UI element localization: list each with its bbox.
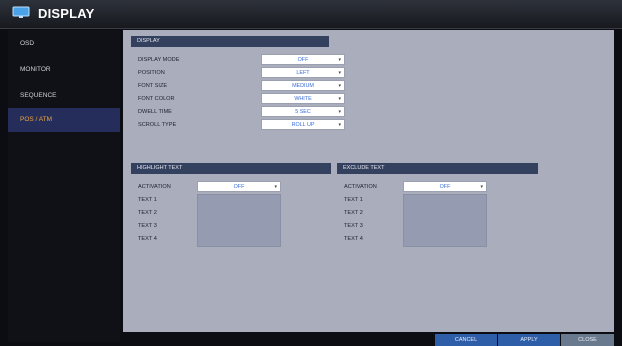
- scroll-type-select[interactable]: ROLL UP ▾: [261, 119, 345, 130]
- exclude-text-2-label: TEXT 2: [344, 210, 363, 216]
- display-mode-label: DISPLAY MODE: [138, 57, 180, 63]
- position-label: POSITION: [138, 70, 165, 76]
- title-bar: DISPLAY: [0, 0, 622, 29]
- font-size-select[interactable]: MEDIUM ▾: [261, 80, 345, 91]
- display-mode-select[interactable]: OFF ▾: [261, 54, 345, 65]
- dwell-time-label: DWELL TIME: [138, 109, 172, 115]
- cancel-button[interactable]: CANCEL: [435, 334, 497, 346]
- font-size-value: MEDIUM: [292, 83, 314, 89]
- sidebar-item-osd[interactable]: OSD: [8, 32, 120, 56]
- dropdown-arrow-icon: ▾: [338, 57, 341, 63]
- sidebar-item-sequence[interactable]: SEQUENCE: [8, 84, 120, 108]
- dropdown-arrow-icon: ▾: [338, 70, 341, 76]
- dropdown-arrow-icon: ▾: [338, 122, 341, 128]
- scroll-type-value: ROLL UP: [291, 122, 315, 128]
- dropdown-arrow-icon: ▾: [338, 109, 341, 115]
- exclude-text-input-area[interactable]: [403, 194, 487, 247]
- font-color-select[interactable]: WHITE ▾: [261, 93, 345, 104]
- exclude-text-4-label: TEXT 4: [344, 236, 363, 242]
- exclude-activation-value: OFF: [439, 184, 451, 190]
- dropdown-arrow-icon: ▾: [338, 96, 341, 102]
- highlight-text-section-header: HIGHLIGHT TEXT: [131, 163, 331, 174]
- position-select[interactable]: LEFT ▾: [261, 67, 345, 78]
- sidebar-item-monitor[interactable]: MONITOR: [8, 58, 120, 82]
- close-button[interactable]: CLOSE: [561, 334, 614, 346]
- dwell-time-select[interactable]: 5 SEC ▾: [261, 106, 345, 117]
- scroll-type-label: SCROLL TYPE: [138, 122, 177, 128]
- dropdown-arrow-icon: ▾: [480, 184, 483, 190]
- dropdown-arrow-icon: ▾: [338, 83, 341, 89]
- exclude-text-1-label: TEXT 1: [344, 197, 363, 203]
- window-title: DISPLAY: [38, 6, 95, 21]
- dropdown-arrow-icon: ▾: [274, 184, 277, 190]
- dvr-settings-window: DISPLAY OSD MONITOR SEQUENCE POS / ATM D…: [0, 0, 622, 346]
- dwell-time-value: 5 SEC: [295, 109, 311, 115]
- font-size-label: FONT SIZE: [138, 83, 168, 89]
- font-color-label: FONT COLOR: [138, 96, 175, 102]
- sidebar-item-pos-atm[interactable]: POS / ATM: [8, 108, 120, 132]
- display-mode-value: OFF: [297, 57, 309, 63]
- exclude-text-3-label: TEXT 3: [344, 223, 363, 229]
- highlight-text-2-label: TEXT 2: [138, 210, 157, 216]
- highlight-activation-select[interactable]: OFF ▾: [197, 181, 281, 192]
- display-section-header: DISPLAY: [131, 36, 329, 47]
- font-color-value: WHITE: [294, 96, 312, 102]
- highlight-activation-label: ACTIVATION: [138, 184, 171, 190]
- exclude-text-section-header: EXCLUDE TEXT: [337, 163, 538, 174]
- position-value: LEFT: [296, 70, 310, 76]
- highlight-activation-value: OFF: [233, 184, 245, 190]
- exclude-activation-label: ACTIVATION: [344, 184, 377, 190]
- highlight-text-1-label: TEXT 1: [138, 197, 157, 203]
- apply-button[interactable]: APPLY: [498, 334, 560, 346]
- exclude-activation-select[interactable]: OFF ▾: [403, 181, 487, 192]
- highlight-text-4-label: TEXT 4: [138, 236, 157, 242]
- content-panel: DISPLAY DISPLAY MODE OFF ▾ POSITION LEFT ▾…: [123, 30, 614, 332]
- monitor-icon: [12, 6, 30, 19]
- highlight-text-3-label: TEXT 3: [138, 223, 157, 229]
- highlight-text-input-area[interactable]: [197, 194, 281, 247]
- sidebar: OSD MONITOR SEQUENCE POS / ATM: [8, 30, 120, 342]
